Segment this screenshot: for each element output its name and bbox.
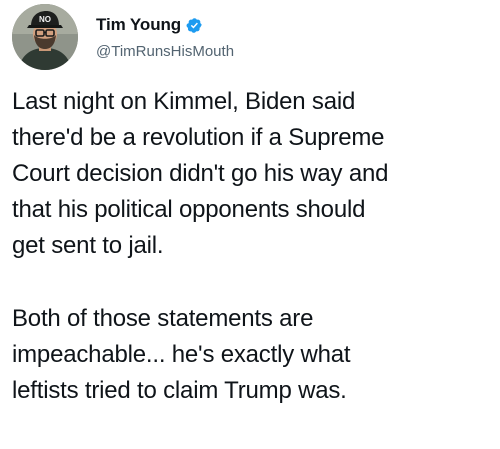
tweet-text: Last night on Kimmel, Biden said there'd… [12, 84, 496, 409]
author-avatar[interactable]: NO [12, 4, 78, 70]
author-handle[interactable]: @TimRunsHisMouth [96, 43, 234, 60]
tweet-paragraph: Last night on Kimmel, Biden said there'd… [12, 88, 389, 259]
author-display-name[interactable]: Tim Young [96, 15, 181, 35]
avatar-cap-text: NO [39, 15, 51, 24]
tweet-card: NO Tim Young @TimRunsHisMouth Last night… [0, 0, 500, 449]
verified-badge-icon [186, 17, 203, 34]
tweet-paragraph: Both of those statements are impeachable… [12, 305, 351, 404]
avatar-photo: NO [12, 4, 78, 70]
author-name-row: Tim Young [96, 14, 234, 36]
author-info: Tim Young @TimRunsHisMouth [96, 14, 234, 60]
